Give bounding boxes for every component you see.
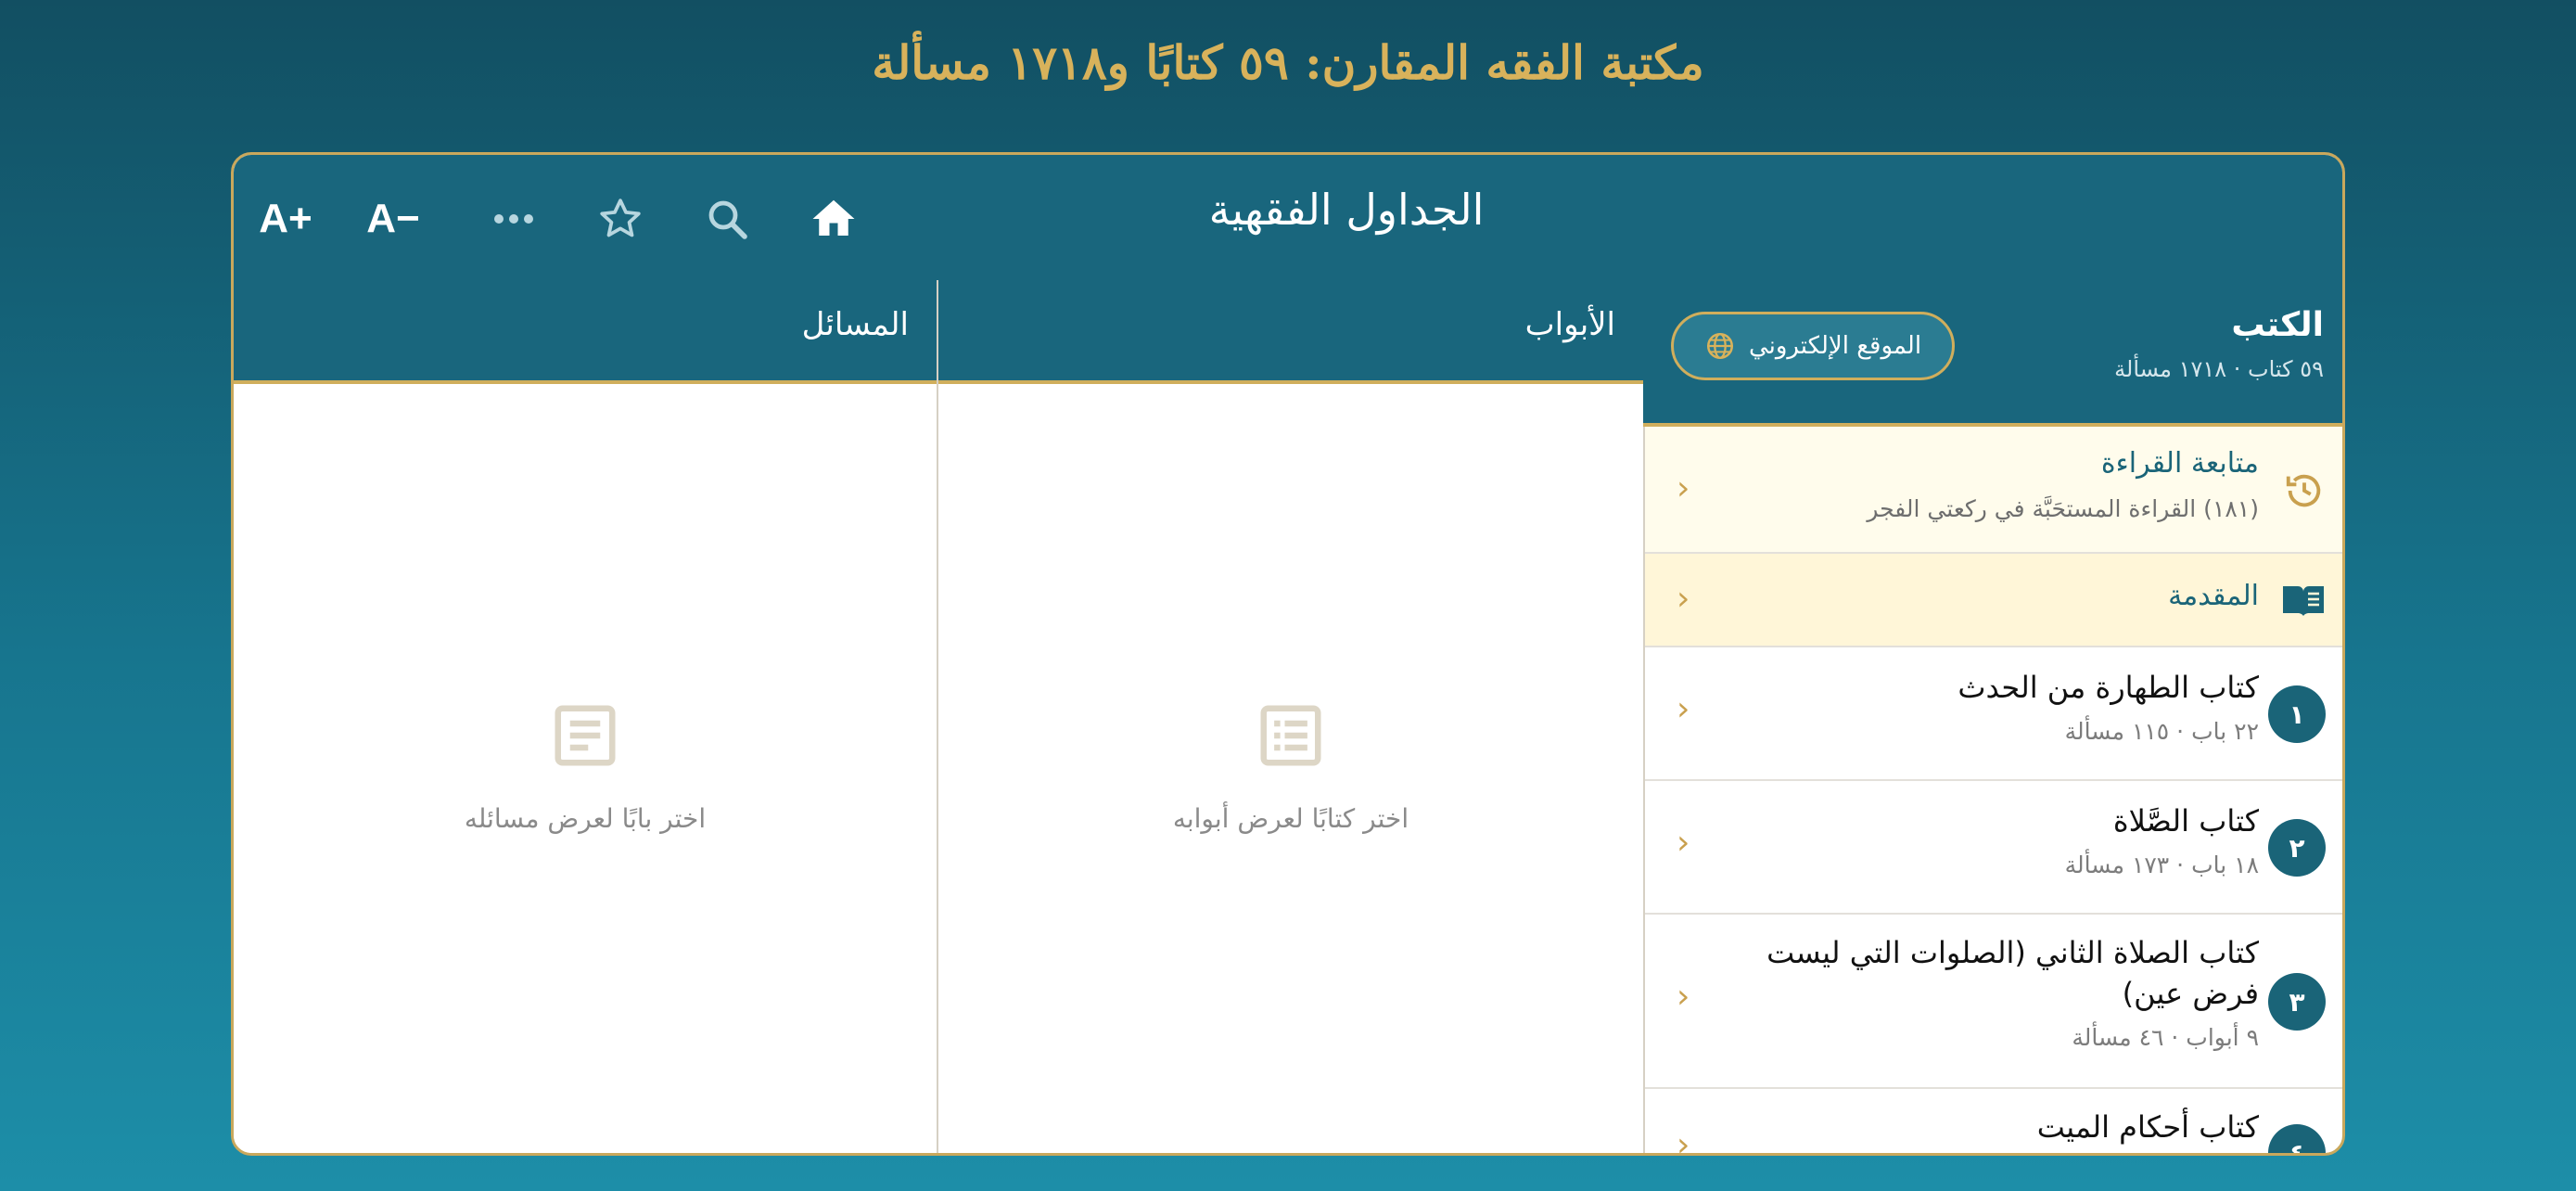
app-title: الجداول الفقهية [1208,185,1485,235]
book-meta: ٢٢ باب · ١١٥ مسألة [2064,718,2259,745]
book-title: كتاب أحكام الميت [2036,1109,2259,1145]
globe-icon [1706,332,1733,360]
history-icon [2286,474,2321,507]
favorites-button[interactable] [588,186,653,251]
home-button[interactable] [801,186,866,251]
book-title-line-2: فرض عين) [2122,976,2259,1011]
document-list-icon [1260,705,1321,766]
search-icon [708,200,747,239]
chevron-left-icon: ‹ [1677,580,1690,618]
book-number-badge: ١ [2268,685,2326,743]
top-toolbar: A+ A− الجداول الفقهية [234,155,2342,280]
books-summary: ٥٩ كتاب · ١٧١٨ مسألة [2114,356,2324,382]
continue-reading-title: متابعة القراءة [2100,447,2259,480]
book-number-badge: ٣ [2268,973,2326,1031]
issues-panel: اختر بابًا لعرض مسائله [234,384,937,1153]
issues-column-header: المسائل [234,280,937,384]
continue-reading-row[interactable]: متابعة القراءة (١٨١) القراءة المستحَبَّة… [1645,427,2342,554]
book-meta: ١٨ باب · ١٧٣ مسألة [2064,852,2259,878]
chapters-empty-text: اختر كتابًا لعرض أبوابه [1172,803,1409,834]
chevron-left-icon: ‹ [1677,690,1690,728]
home-icon [812,199,855,236]
star-outline-icon [600,198,641,237]
search-button[interactable] [695,186,759,251]
book-title: كتاب الصَّلاة [2112,803,2259,839]
chapters-column-title: الأبواب [1524,306,1615,343]
document-lines-icon [555,705,616,766]
font-increase-button[interactable]: A+ [253,186,318,251]
more-horizontal-icon [494,214,533,224]
book-row[interactable]: ١ كتاب الطهارة من الحدث ٢٢ باب · ١١٥ مسأ… [1645,647,2342,781]
books-list: متابعة القراءة (١٨١) القراءة المستحَبَّة… [1643,427,2342,1156]
open-book-icon [2283,586,2324,616]
book-title: كتاب الطهارة من الحدث [1958,670,2259,705]
book-row[interactable]: ٢ كتاب الصَّلاة ١٨ باب · ١٧٣ مسألة ‹ [1645,781,2342,915]
issues-column-title: المسائل [801,306,909,343]
books-column-header: الكتب ٥٩ كتاب · ١٧١٨ مسألة الموقع الإلكت… [1643,280,2342,427]
book-meta: ٩ أبواب · ٤٦ مسألة [2072,1024,2259,1051]
chevron-left-icon: ‹ [1677,469,1690,507]
chevron-left-icon: ‹ [1677,824,1690,862]
more-options-button[interactable] [481,186,546,251]
website-button-label: الموقع الإلكتروني [1748,332,1922,360]
book-number-badge: ٤ [2268,1124,2326,1153]
book-number-badge: ٢ [2268,819,2326,877]
books-column-title: الكتب [2231,306,2324,344]
book-title-line-1: كتاب الصلاة الثاني (الصلوات التي ليست [1766,935,2259,970]
chevron-left-icon: ‹ [1677,1126,1690,1156]
continue-reading-subtitle: (١٨١) القراءة المستحَبَّة في ركعتي الفجر [1867,495,2259,522]
app-window: A+ A− الجداول الفقهية المسائل اختر بابًا… [231,152,2345,1156]
chapters-column-header: الأبواب [938,280,1643,384]
issues-empty-text: اختر بابًا لعرض مسائله [464,803,707,834]
chevron-left-icon: ‹ [1677,978,1690,1016]
chapters-panel: اختر كتابًا لعرض أبوابه [938,384,1643,1153]
font-decrease-button[interactable]: A− [361,186,426,251]
introduction-title: المقدمة [2168,580,2259,612]
book-row[interactable]: ٤ كتاب أحكام الميت ‹ [1645,1089,2342,1156]
page-title: مكتبة الفقه المقارن: ٥٩ كتابًا و١٧١٨ مسأ… [872,35,1704,90]
book-row[interactable]: ٣ كتاب الصلاة الثاني (الصلوات التي ليست … [1645,915,2342,1089]
introduction-row[interactable]: المقدمة ‹ [1645,554,2342,647]
website-button[interactable]: الموقع الإلكتروني [1671,312,1955,380]
